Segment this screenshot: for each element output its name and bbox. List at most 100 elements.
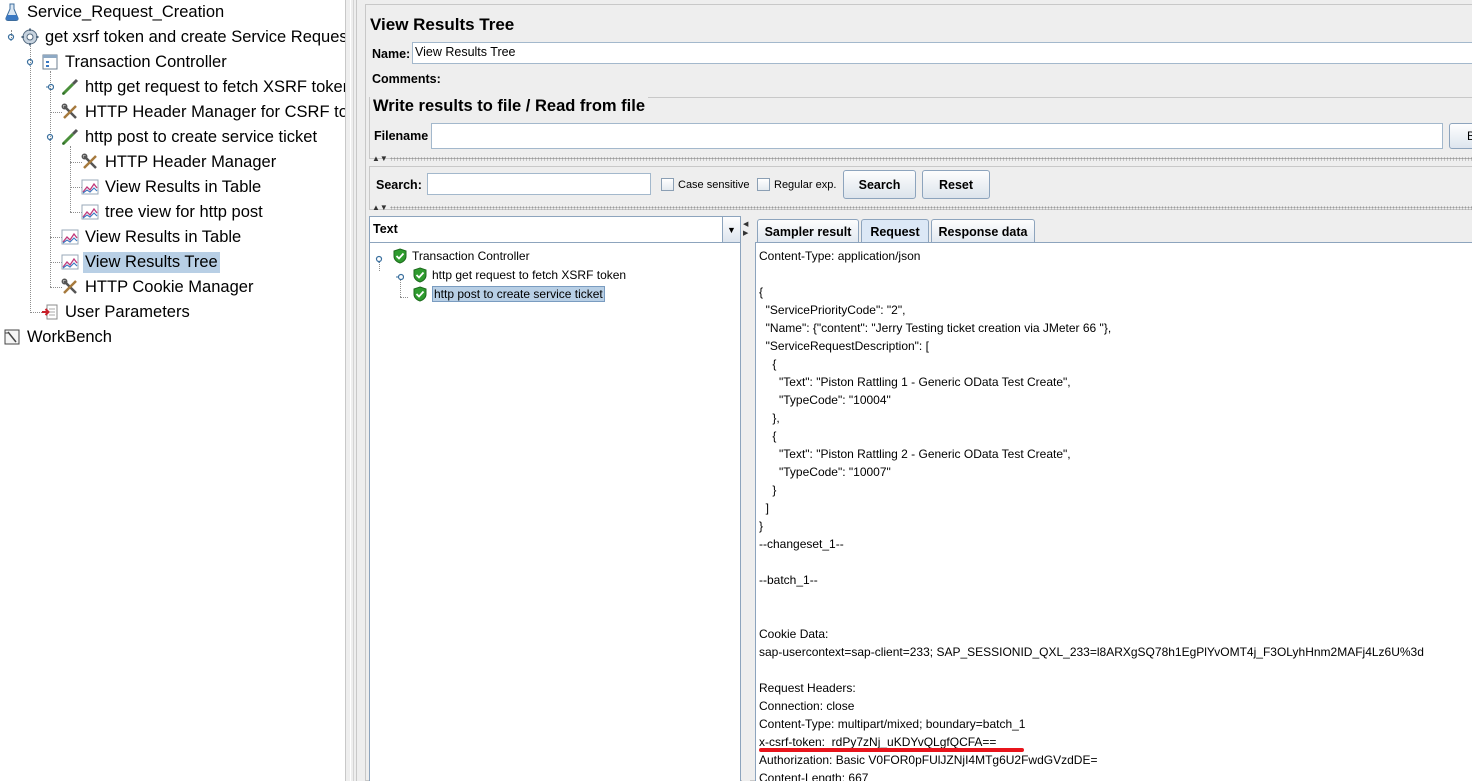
listener-chart-icon	[61, 228, 79, 246]
tree-node-label: get xsrf token and create Service Reques	[45, 27, 345, 46]
filename-field[interactable]	[431, 123, 1443, 149]
request-line: "TypeCode": "10004"	[759, 393, 891, 407]
listener-chart-icon	[81, 178, 99, 196]
tree-node-http-get[interactable]: http get request to fetch XSRF token	[61, 75, 345, 99]
request-line: }	[759, 483, 777, 497]
case-sensitive-label: Case sensitive	[678, 179, 750, 191]
renderer-select[interactable]: Text ▼	[370, 217, 740, 243]
view-results-tree-panel: View Results Tree Name: View Results Tre…	[357, 0, 1472, 781]
thread-group-gear-icon	[21, 28, 39, 46]
tree-node-view-results-tree[interactable]: View Results Tree	[61, 250, 220, 274]
request-line: "ServicePriorityCode": "2",	[759, 303, 906, 317]
request-line: Content-Type: application/json	[759, 249, 921, 263]
collapsed-handle-icon[interactable]	[396, 273, 404, 281]
reset-button[interactable]: Reset	[922, 170, 990, 199]
tree-node-label: Service_Request_Creation	[27, 2, 225, 21]
tree-node-cookie-manager[interactable]: HTTP Cookie Manager	[61, 275, 255, 299]
search-input[interactable]	[427, 173, 651, 195]
tree-node-results-table[interactable]: View Results in Table	[61, 225, 243, 249]
tree-node-label: tree view for http post	[105, 202, 263, 221]
highlight-underline	[759, 748, 1024, 752]
search-label: Search:	[376, 178, 422, 192]
transaction-controller-icon	[41, 53, 59, 71]
result-node-label: http post to create service ticket	[432, 286, 605, 302]
tree-connector	[30, 46, 31, 311]
request-details[interactable]: Content-Type: application/json { "Service…	[755, 242, 1472, 781]
request-line: x-csrf-token: rdPy7zNj_uKDYvQLgfQCFA==	[759, 735, 997, 749]
expanded-handle-icon[interactable]	[26, 58, 34, 66]
listener-chart-icon	[61, 253, 79, 271]
result-node[interactable]: http post to create service ticket	[412, 285, 605, 303]
request-line: {	[759, 285, 764, 299]
tree-node-user-parameters[interactable]: User Parameters	[41, 300, 192, 324]
tree-node-label: Transaction Controller	[65, 52, 227, 71]
tab-response-data[interactable]: Response data	[931, 219, 1035, 243]
request-line: Authorization: Basic V0FOR0pFUlJZNjI4MTg…	[759, 753, 1098, 767]
request-line: --batch_1--	[759, 573, 818, 587]
request-line: "Name": {"content": "Jerry Testing ticke…	[759, 321, 1112, 335]
filename-label: Filename	[374, 129, 429, 143]
workbench-icon	[3, 328, 21, 346]
tree-connector	[50, 71, 51, 287]
request-line: "ServiceRequestDescription": [	[759, 339, 929, 353]
divider[interactable]	[390, 157, 1472, 161]
results-tree[interactable]: Text ▼ Transaction Controller http get r…	[369, 216, 741, 781]
tree-node-label: HTTP Cookie Manager	[85, 277, 254, 296]
chevron-down-icon[interactable]: ▼	[722, 217, 740, 242]
collapse-arrows-icon[interactable]: ▲▼	[372, 155, 388, 163]
test-plan-tree[interactable]: Service_Request_Creation get xsrf token …	[0, 0, 345, 781]
regex-checkbox[interactable]	[757, 178, 770, 191]
tree-node-label: HTTP Header Manager	[105, 152, 277, 171]
tree-node-label: http get request to fetch XSRF token	[85, 77, 345, 96]
page-title: View Results Tree	[370, 15, 515, 34]
tree-splitter[interactable]	[345, 0, 357, 781]
tree-node-header-manager[interactable]: HTTP Header Manager	[81, 150, 278, 174]
result-node-label: http get request to fetch XSRF token	[432, 268, 627, 282]
panel-frame: View Results Tree Name: View Results Tre…	[365, 4, 1472, 781]
tree-node-results-table-inner[interactable]: View Results in Table	[81, 175, 263, 199]
tree-connector	[70, 146, 71, 212]
tree-node-label: View Results Tree	[83, 251, 220, 273]
expanded-handle-icon[interactable]	[375, 255, 383, 263]
renderer-select-value: Text	[373, 222, 398, 236]
request-line: "Text": "Piston Rattling 1 - Generic ODa…	[759, 375, 1071, 389]
expanded-handle-icon[interactable]	[7, 33, 15, 41]
comments-label: Comments:	[372, 72, 441, 86]
sampler-pipette-icon	[61, 78, 79, 96]
tree-node-thread-group[interactable]: get xsrf token and create Service Reques	[21, 25, 345, 49]
tree-node-workbench[interactable]: WorkBench	[3, 325, 114, 349]
tab-sampler-result[interactable]: Sampler result	[757, 219, 859, 243]
success-shield-icon	[413, 267, 427, 283]
collapsed-handle-icon[interactable]	[46, 83, 54, 91]
collapse-arrows-icon[interactable]: ▲▼	[372, 204, 388, 212]
tree-node-test-plan[interactable]: Service_Request_Creation	[3, 0, 226, 24]
request-line: {	[759, 357, 777, 371]
collapse-arrows-icon[interactable]: ◀ ▶	[743, 220, 749, 238]
result-node[interactable]: http get request to fetch XSRF token	[412, 266, 626, 284]
tree-node-label: View Results in Table	[85, 227, 242, 246]
config-tools-icon	[61, 103, 79, 121]
search-button[interactable]: Search	[843, 170, 916, 199]
tree-node-header-manager-csrf[interactable]: HTTP Header Manager for CSRF to	[61, 100, 345, 124]
case-sensitive-checkbox[interactable]	[661, 178, 674, 191]
divider[interactable]	[390, 206, 1472, 210]
expanded-handle-icon[interactable]	[46, 133, 54, 141]
tree-node-tree-view-post[interactable]: tree view for http post	[81, 200, 265, 224]
browse-button[interactable]: B	[1449, 123, 1472, 149]
config-tools-icon	[81, 153, 99, 171]
test-plan-flask-icon	[3, 3, 21, 21]
name-label: Name:	[372, 47, 411, 61]
tree-connector	[400, 279, 401, 297]
tree-node-label: WorkBench	[27, 327, 112, 346]
tree-node-transaction-controller[interactable]: Transaction Controller	[41, 50, 229, 74]
tree-node-http-post[interactable]: http post to create service ticket	[61, 125, 319, 149]
request-line: --changeset_1--	[759, 537, 844, 551]
name-field[interactable]: View Results Tree	[412, 42, 1472, 64]
request-line: Connection: close	[759, 699, 855, 713]
tree-node-label: View Results in Table	[105, 177, 262, 196]
comments-field[interactable]	[442, 67, 1472, 89]
result-node[interactable]: Transaction Controller	[392, 247, 530, 265]
success-shield-icon	[413, 286, 427, 302]
tab-request[interactable]: Request	[861, 219, 929, 243]
results-splitter[interactable]: ◀ ▶	[742, 216, 750, 781]
